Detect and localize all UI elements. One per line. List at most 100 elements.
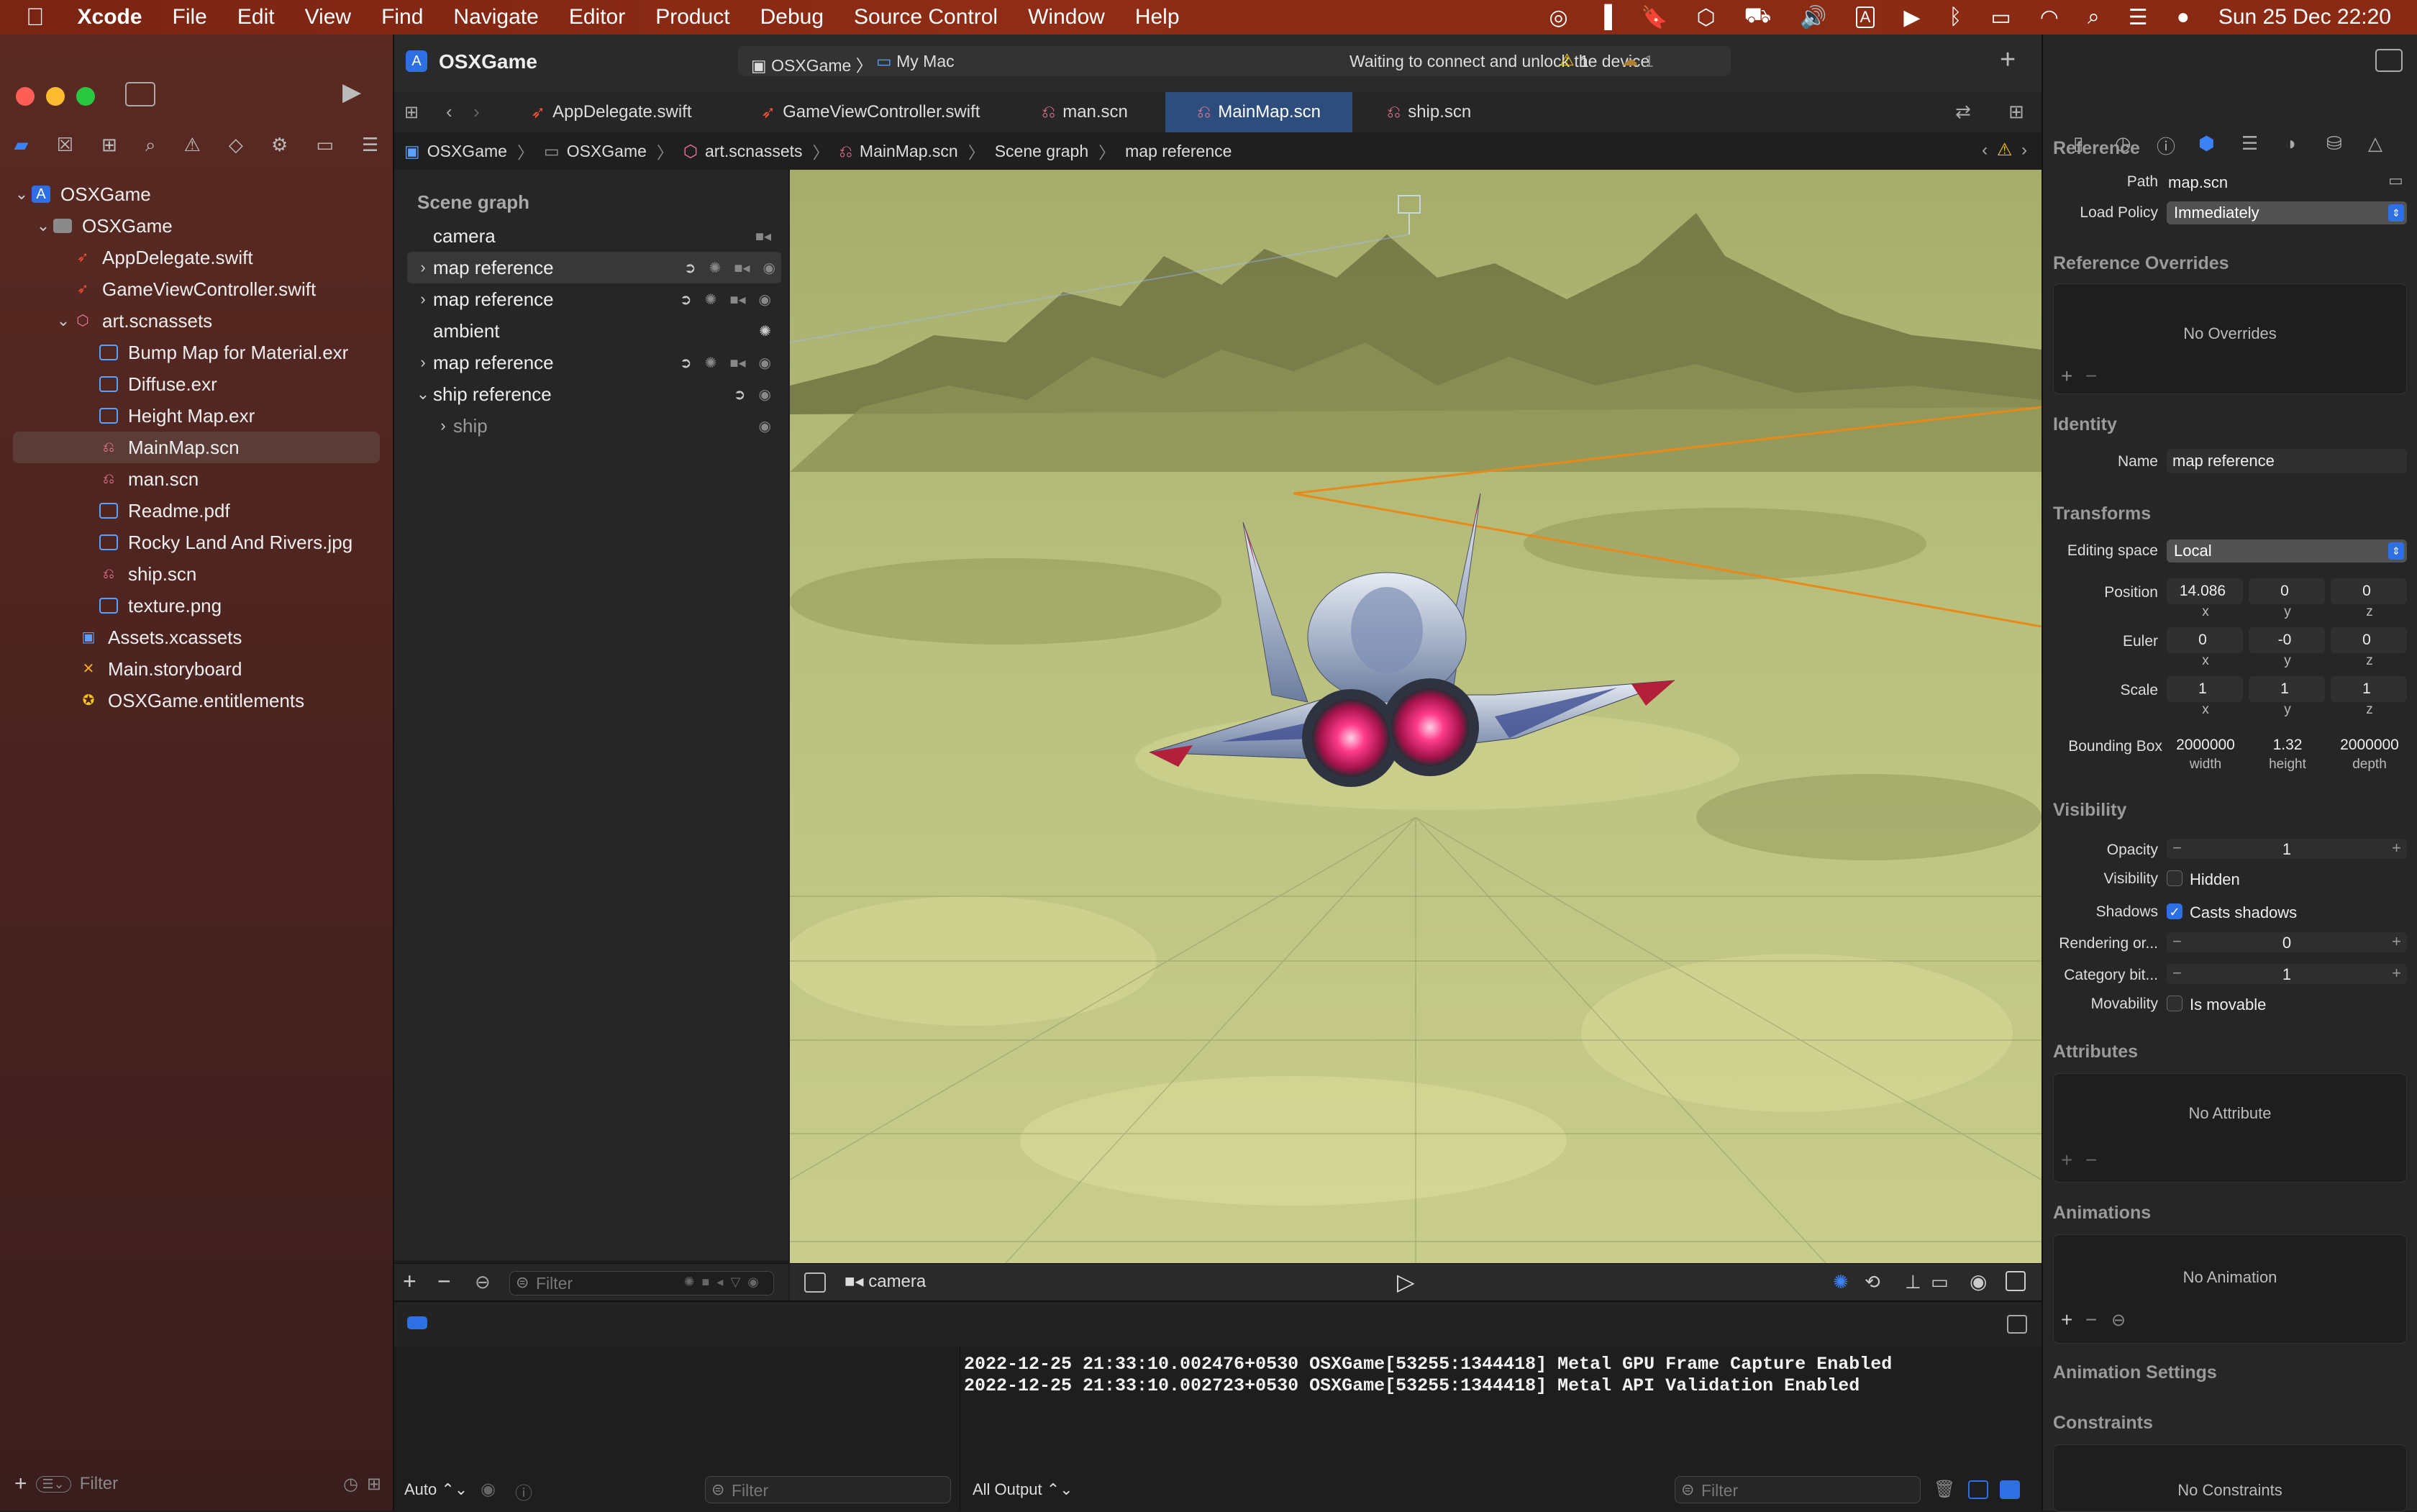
forward-icon[interactable]: › xyxy=(473,101,480,123)
euler-y-field[interactable]: -0 xyxy=(2249,627,2325,653)
disclosure-chevron-icon[interactable]: › xyxy=(413,353,433,372)
opacity-stepper[interactable]: − 1 + xyxy=(2167,839,2407,859)
issue-count[interactable]: 1 xyxy=(1644,52,1654,71)
display-mode-icon[interactable]: ▭ xyxy=(1931,1271,1949,1293)
lighting-icon[interactable]: ✺ xyxy=(1833,1271,1849,1293)
variables-filter-field[interactable]: ⊜ Filter xyxy=(705,1476,951,1503)
wifi-icon[interactable]: ◠ xyxy=(2040,5,2059,30)
scene-node-ship[interactable]: › ship ◉ xyxy=(394,410,788,442)
tree-item-file[interactable]: ▣ Assets.xcassets xyxy=(0,621,393,653)
menu-view[interactable]: View xyxy=(305,5,351,29)
menu-xcode[interactable]: Xcode xyxy=(78,5,142,29)
volume-icon[interactable]: 🔊 xyxy=(1800,5,1826,30)
category-bitmask-stepper[interactable]: − 1 + xyxy=(2167,964,2407,984)
remove-attribute-icon[interactable]: − xyxy=(2085,1149,2097,1172)
name-field[interactable]: map reference xyxy=(2167,449,2407,473)
bookmark-icon[interactable]: 🔖 xyxy=(1641,5,1667,30)
bluetooth-icon[interactable]: ᛒ xyxy=(1949,5,1962,29)
node-inspector-icon[interactable]: ⬢ xyxy=(2198,132,2215,155)
tree-item-group[interactable]: ⌄ OSXGame xyxy=(0,210,393,242)
attributes-inspector-icon[interactable]: ☰ xyxy=(2241,132,2258,155)
menu-debug[interactable]: Debug xyxy=(760,5,824,29)
material-inspector-icon[interactable]: ◑ xyxy=(2285,132,2296,155)
scene-viewport[interactable] xyxy=(790,170,2042,1263)
menu-navigate[interactable]: Navigate xyxy=(453,5,538,29)
tab-appdelegate[interactable]: ➶ AppDelegate.swift xyxy=(531,92,747,132)
add-file-icon[interactable]: + xyxy=(14,1472,27,1496)
warning-icon[interactable]: ⚠ xyxy=(1560,50,1575,70)
scene-node-ambient[interactable]: ambient ✺ xyxy=(394,315,788,347)
auto-selector[interactable]: Auto ⌃⌄ xyxy=(404,1480,468,1499)
position-z-field[interactable]: 0 xyxy=(2331,578,2407,604)
axes-icon[interactable]: ⊥ xyxy=(1905,1271,1921,1293)
apple-menu-icon[interactable]:  xyxy=(26,4,45,32)
increment-icon[interactable]: + xyxy=(2392,839,2401,857)
tree-item-file[interactable]: Readme.pdf xyxy=(0,495,393,527)
menu-source-control[interactable]: Source Control xyxy=(854,5,998,29)
tree-item-file[interactable]: ⎌ ship.scn xyxy=(0,558,393,590)
control-center-icon[interactable]: ☰ xyxy=(2129,5,2148,30)
scene-node-ship-reference[interactable]: ⌄ ship reference ➲ ◉ xyxy=(394,378,788,410)
scene-filter-field[interactable]: ⊜ Filter ✺■◂▽◉ xyxy=(509,1271,774,1295)
physics-inspector-icon[interactable]: ⛁ xyxy=(2326,132,2342,155)
scale-x-field[interactable]: 1 xyxy=(2167,676,2243,702)
disclosure-chevron-icon[interactable]: ⌄ xyxy=(53,311,73,330)
filter-options-icon[interactable]: ☰⌄ xyxy=(35,1475,71,1493)
rendering-order-stepper[interactable]: − 0 + xyxy=(2167,932,2407,952)
tree-item-file[interactable]: ✪ OSXGame.entitlements xyxy=(0,685,393,716)
tree-item-file[interactable]: ➶ GameViewController.swift xyxy=(0,273,393,305)
tree-item-group[interactable]: ⌄ ⬡ art.scnassets xyxy=(0,305,393,337)
tree-item-file[interactable]: Rocky Land And Rivers.jpg xyxy=(0,527,393,558)
split-editor-icon[interactable]: ⊞ xyxy=(2008,101,2024,123)
spotlight-icon[interactable]: ⌕ xyxy=(2088,5,2100,29)
zoom-window-button[interactable] xyxy=(76,87,95,106)
scene-node-map-reference[interactable]: › map reference ➲ ✺ ■◂ ◉ xyxy=(394,283,788,315)
tree-item-file[interactable]: ➶ AppDelegate.swift xyxy=(0,242,393,273)
scene-node-map-reference[interactable]: › map reference ➲ ✺ ■◂ ◉ xyxy=(394,347,788,378)
path-value[interactable]: map.scn xyxy=(2168,173,2228,192)
casts-shadows-checkbox[interactable]: ✓ xyxy=(2167,903,2182,919)
disclosure-chevron-icon[interactable]: ⌄ xyxy=(12,185,32,204)
show-variables-icon[interactable] xyxy=(1968,1480,1988,1499)
disclosure-chevron-icon[interactable]: › xyxy=(413,290,433,309)
breadcrumb-item[interactable]: OSXGame xyxy=(567,142,647,161)
scene-filter-input[interactable]: Filter xyxy=(536,1274,573,1293)
scene-node-map-reference-selected[interactable]: › map reference ➲ ✺ ■◂ ◉ xyxy=(407,252,781,283)
navigator-filter-input[interactable]: Filter xyxy=(80,1474,334,1494)
tree-item-file[interactable]: Bump Map for Material.exr xyxy=(0,337,393,368)
add-override-icon[interactable]: + xyxy=(2061,365,2072,388)
battery-icon[interactable]: ▭ xyxy=(1990,5,2011,30)
euler-x-field[interactable]: 0 xyxy=(2167,627,2243,653)
hide-debug-area-icon[interactable] xyxy=(2007,1315,2027,1334)
recent-files-icon[interactable]: ◷ xyxy=(343,1474,358,1495)
source-control-navigator-icon[interactable]: ☒ xyxy=(57,134,73,163)
console-filter-input[interactable]: Filter xyxy=(1701,1481,1738,1500)
toggle-console-icon[interactable] xyxy=(2006,1271,2026,1291)
tab-gameviewcontroller[interactable]: ➶ GameViewController.swift xyxy=(761,92,1020,132)
scene-inspector-icon[interactable]: △ xyxy=(2368,132,2382,155)
disclosure-chevron-icon[interactable]: ⌄ xyxy=(33,217,53,235)
toggle-scene-graph-icon[interactable] xyxy=(804,1272,826,1293)
show-console-icon[interactable] xyxy=(2000,1480,2020,1499)
add-node-icon[interactable]: + xyxy=(403,1268,417,1295)
menu-edit[interactable]: Edit xyxy=(237,5,275,29)
more-options-icon[interactable]: ⊖ xyxy=(475,1271,491,1293)
close-window-button[interactable] xyxy=(16,87,35,106)
toggle-navigator-icon[interactable] xyxy=(125,82,155,106)
animation-options-icon[interactable]: ⊖ xyxy=(2111,1310,2126,1331)
tab-man-scn[interactable]: ⎌ man.scn xyxy=(1042,92,1185,132)
tree-item-file[interactable]: texture.png xyxy=(0,590,393,621)
menu-window[interactable]: Window xyxy=(1028,5,1105,29)
warning-count[interactable]: 1 xyxy=(1580,52,1589,71)
tree-item-file[interactable]: Diffuse.exr xyxy=(0,368,393,400)
increment-icon[interactable]: + xyxy=(2392,932,2401,951)
symbol-navigator-icon[interactable]: ⊞ xyxy=(101,134,117,163)
tab-ship-scn[interactable]: ⎌ ship.scn xyxy=(1387,92,1531,132)
tree-item-file-selected[interactable]: ⎌ MainMap.scn xyxy=(13,432,380,463)
breadcrumb-item[interactable]: OSXGame xyxy=(427,142,507,161)
scale-y-field[interactable]: 1 xyxy=(2249,676,2325,702)
input-source-icon[interactable]: A xyxy=(1855,6,1875,28)
tree-item-file[interactable]: Height Map.exr xyxy=(0,400,393,432)
camera-selector[interactable]: ■◂ camera xyxy=(845,1271,926,1292)
vpn-icon[interactable]: ⬡ xyxy=(1696,5,1715,30)
